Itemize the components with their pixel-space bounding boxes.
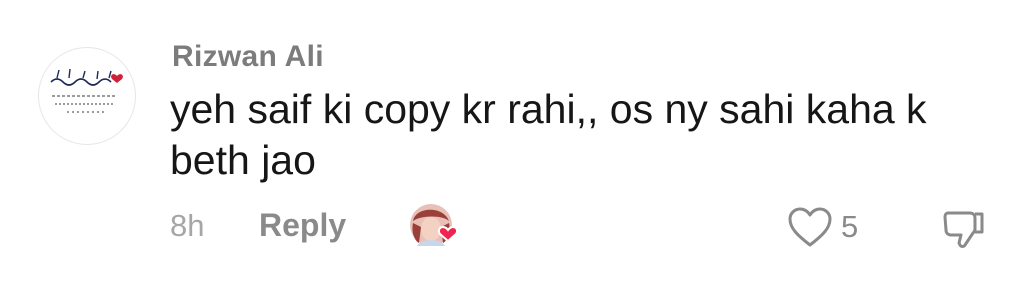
username[interactable]: Rizwan Ali — [172, 40, 324, 74]
comment-text-line: yeh saif ki copy kr rahi,, os ny sahi ka… — [170, 86, 927, 132]
like-button[interactable]: 5 — [787, 205, 858, 249]
dislike-button[interactable] — [940, 205, 988, 253]
creator-liked-badge — [407, 203, 461, 249]
creator-avatar-with-heart-icon — [410, 204, 458, 246]
comment-item: Rizwan Ali yeh saif ki copy kr rahi,, os… — [0, 0, 1024, 281]
timestamp: 8h — [170, 208, 205, 243]
comment-text-line: beth jao — [170, 137, 316, 183]
avatar[interactable] — [38, 47, 136, 145]
reply-button[interactable]: Reply — [259, 207, 346, 244]
comment-text: yeh saif ki copy kr rahi,, os ny sahi ka… — [170, 84, 970, 186]
like-count: 5 — [841, 209, 859, 244]
thumbs-down-icon[interactable] — [940, 205, 988, 253]
calligraphy-avatar-icon — [50, 68, 123, 113]
heart-outline-icon[interactable] — [787, 206, 833, 248]
